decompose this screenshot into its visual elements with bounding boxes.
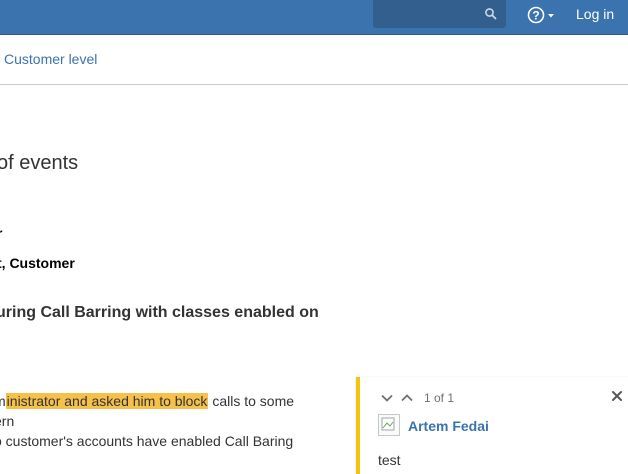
text-fragment: calls to some — [208, 393, 295, 409]
search-box[interactable] — [373, 0, 506, 28]
broken-image-icon — [381, 417, 395, 431]
chevron-down-icon — [548, 14, 554, 18]
comment-counter: 1 of 1 — [424, 391, 455, 405]
search-input[interactable] — [373, 0, 494, 28]
highlighted-commented-text[interactable]: inistrator and asked him to block — [5, 393, 209, 409]
inline-comment-panel: 1 of 1 Artem Fedai test — [356, 377, 628, 474]
breadcrumb-item-customer-level[interactable]: Customer level — [4, 51, 97, 67]
paragraph-line-3: o customer's accounts have enabled Call … — [0, 433, 294, 449]
next-comment-chevron-down-icon[interactable] — [380, 391, 394, 405]
text-fragment: m — [0, 393, 6, 409]
section-subheading: uring Call Barring with classes enabled … — [0, 304, 319, 321]
login-link[interactable]: Log in — [576, 6, 614, 22]
avatar — [378, 414, 400, 436]
top-navigation-bar: ? Log in — [0, 0, 628, 35]
breadcrumb: Customer level — [0, 35, 628, 85]
paragraph-line-2: ern — [0, 413, 15, 429]
paragraph-line-1: ministrator and asked him to block calls… — [0, 393, 294, 409]
svg-text:?: ? — [532, 9, 539, 23]
page-section-heading: of events — [0, 152, 79, 174]
search-icon[interactable] — [484, 7, 498, 21]
close-icon[interactable] — [610, 389, 624, 403]
bold-label-1: r — [0, 225, 2, 241]
help-circle-icon[interactable]: ? — [527, 5, 557, 25]
previous-comment-chevron-up-icon[interactable] — [400, 391, 414, 405]
comment-body: test — [378, 452, 401, 468]
bold-label-2: t, Customer — [0, 255, 75, 271]
comment-author-link[interactable]: Artem Fedai — [408, 418, 489, 434]
